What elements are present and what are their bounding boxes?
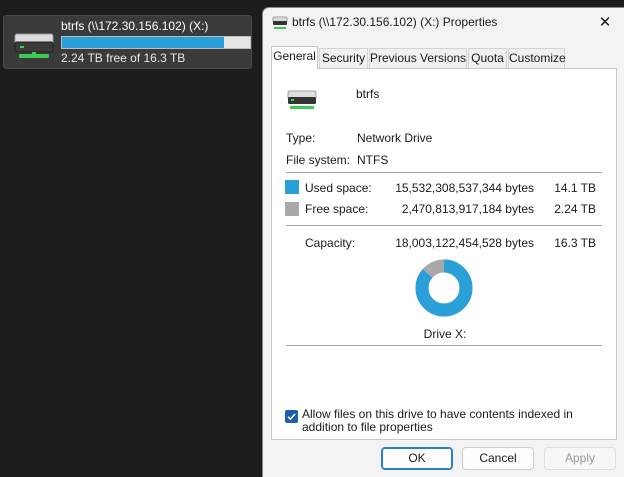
free-space-size: 2.24 TB (554, 202, 596, 216)
file-system-label: File system: (286, 153, 351, 167)
capacity-size: 16.3 TB (554, 236, 596, 250)
drive-tile-x[interactable]: btrfs (\\172.30.156.102) (X:) 2.24 TB fr… (3, 15, 252, 69)
tab-previous-versions[interactable]: Previous Versions (369, 48, 467, 68)
tab-customize[interactable]: Customize (508, 48, 566, 68)
tab-general[interactable]: General (271, 46, 318, 69)
drive-usage-bar (61, 36, 251, 49)
file-system-value: NTFS (357, 153, 389, 167)
apply-button[interactable]: Apply (544, 447, 616, 470)
type-value: Network Drive (357, 131, 433, 145)
drive-caption: Drive X: (423, 327, 467, 341)
network-drive-icon (287, 90, 317, 109)
network-drive-icon (14, 33, 54, 58)
dialog-titlebar[interactable]: btrfs (\\172.30.156.102) (X:) Properties… (263, 8, 624, 38)
free-space-label: Free space: (305, 202, 369, 216)
index-contents-label[interactable]: Allow files on this drive to have conten… (302, 408, 612, 434)
capacity-bytes: 18,003,122,454,528 bytes (395, 236, 534, 250)
disk-usage-donut (415, 259, 473, 317)
divider (286, 345, 602, 346)
used-space-swatch (285, 180, 299, 194)
close-button[interactable]: ✕ (592, 10, 618, 36)
used-space-bytes: 15,532,308,537,344 bytes (395, 181, 534, 195)
type-label: Type: (286, 131, 316, 145)
tab-security[interactable]: Security (319, 48, 368, 68)
drive-name-value: btrfs (356, 87, 380, 101)
divider (286, 172, 602, 173)
general-panel: btrfs Type: Network Drive File system: N… (271, 68, 617, 440)
drive-tile-title: btrfs (\\172.30.156.102) (X:) (61, 19, 209, 33)
free-space-bytes: 2,470,813,917,184 bytes (401, 202, 534, 216)
capacity-label: Capacity: (305, 236, 356, 250)
properties-dialog: btrfs (\\172.30.156.102) (X:) Properties… (262, 7, 624, 477)
used-space-label: Used space: (305, 181, 372, 195)
drive-usage-bar-fill (62, 37, 225, 48)
free-space-swatch (285, 202, 299, 216)
used-space-size: 14.1 TB (554, 181, 596, 195)
network-drive-icon (272, 16, 288, 29)
close-icon: ✕ (598, 14, 612, 31)
checkmark-icon (287, 413, 296, 421)
ok-button[interactable]: OK (381, 447, 453, 470)
dialog-title: btrfs (\\172.30.156.102) (X:) Properties (292, 15, 498, 29)
cancel-button[interactable]: Cancel (462, 447, 534, 470)
drive-tile-free-text: 2.24 TB free of 16.3 TB (61, 51, 186, 65)
index-contents-checkbox[interactable] (285, 410, 298, 423)
divider (286, 225, 602, 226)
tab-quota[interactable]: Quota (468, 48, 507, 68)
